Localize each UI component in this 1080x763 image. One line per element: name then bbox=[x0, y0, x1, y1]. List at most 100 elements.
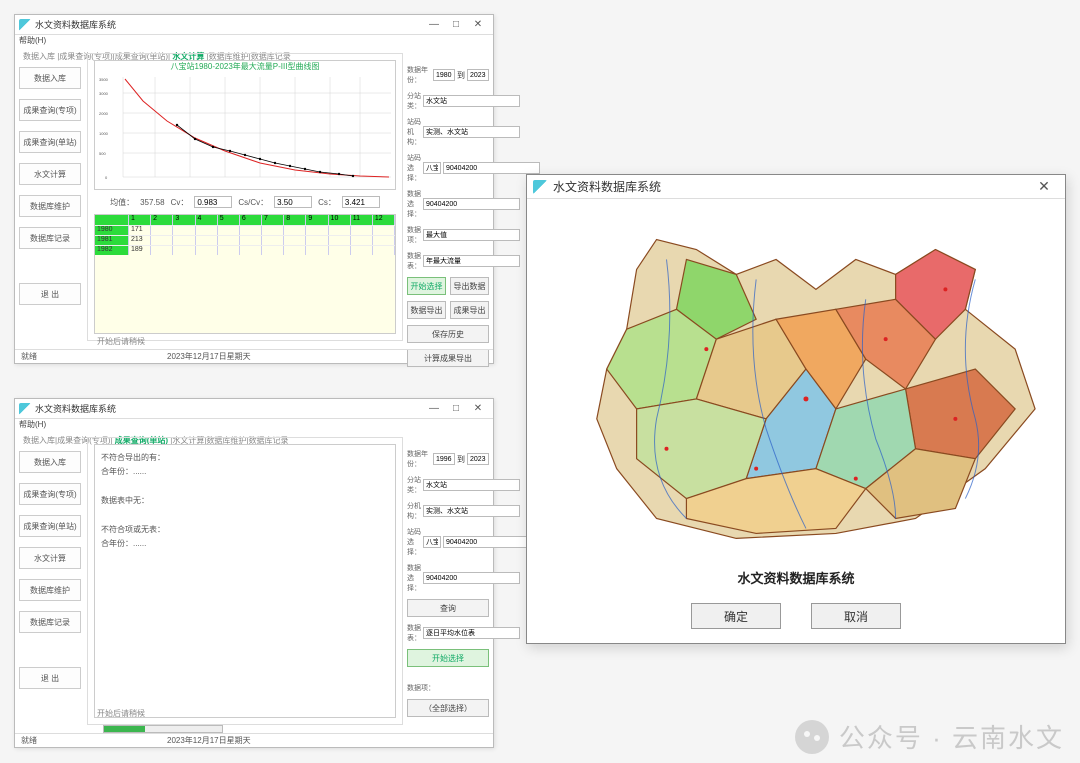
year-from[interactable] bbox=[433, 453, 455, 465]
window-query: 水文资料数据库系统 — □ ✕ 帮助(H) 数据入库|成果查询(专项)| 成果查… bbox=[14, 398, 494, 748]
map-ok-button[interactable]: 确定 bbox=[691, 603, 781, 629]
chart-title: 八宝站1980-2023年最大流量P-III型曲线图 bbox=[95, 61, 395, 73]
chart-box: 八宝站1980-2023年最大流量P-III型曲线图 bbox=[94, 60, 396, 190]
window-chart: 水文资料数据库系统 — □ ✕ 帮助(H) 数据入库 |成果查询(专项)|成果查… bbox=[14, 14, 494, 364]
stn-code[interactable] bbox=[423, 536, 441, 548]
btn-save-history[interactable]: 保存历史 bbox=[407, 325, 489, 343]
data-item[interactable] bbox=[423, 229, 520, 241]
main-chart-area: 八宝站1980-2023年最大流量P-III型曲线图 bbox=[87, 53, 403, 341]
stn-id[interactable] bbox=[443, 162, 540, 174]
close-button[interactable]: ✕ bbox=[467, 401, 489, 417]
btn-export-2[interactable]: 成果导出 bbox=[450, 301, 489, 319]
status-hint: 开始后请稍候 bbox=[97, 708, 145, 719]
status-hint: 开始后请稍候 bbox=[97, 336, 145, 347]
btn-export-1[interactable]: 数据导出 bbox=[407, 301, 446, 319]
data-table[interactable] bbox=[423, 627, 520, 639]
wechat-icon bbox=[795, 720, 829, 754]
side-data-entry[interactable]: 数据入库 bbox=[19, 67, 81, 89]
table-row[interactable]: 1982 189 bbox=[95, 245, 395, 255]
side-records[interactable]: 数据库记录 bbox=[19, 611, 81, 633]
menu-help[interactable]: 帮助(H) bbox=[19, 36, 46, 45]
side-exit[interactable]: 退 出 bbox=[19, 667, 81, 689]
year-from[interactable] bbox=[433, 69, 455, 81]
map-titlebar: 水文资料数据库系统 ✕ bbox=[527, 175, 1065, 199]
output-text-pane[interactable]: 不符合导出的有： 合年份：...... 数据表中无： 不符合项或无表： 合年份：… bbox=[94, 444, 396, 718]
cv-input[interactable] bbox=[194, 196, 232, 208]
stn-code[interactable] bbox=[423, 162, 441, 174]
cscv-label: Cs/Cv： bbox=[238, 197, 268, 208]
svg-text:0: 0 bbox=[105, 175, 108, 180]
mean-label: 均值： bbox=[110, 197, 134, 208]
close-icon[interactable]: ✕ bbox=[1029, 178, 1059, 195]
btn-query[interactable]: 查询 bbox=[407, 599, 489, 617]
map-caption: 水文资料数据库系统 bbox=[527, 568, 1065, 587]
side-query-station[interactable]: 成果查询(单站) bbox=[19, 515, 81, 537]
side-calc[interactable]: 水文计算 bbox=[19, 163, 81, 185]
side-exit[interactable]: 退 出 bbox=[19, 283, 81, 305]
data-table[interactable] bbox=[423, 255, 520, 267]
table-row[interactable]: 1981 213 bbox=[95, 235, 395, 245]
svg-text:3500: 3500 bbox=[99, 77, 109, 82]
station-orgs[interactable] bbox=[423, 505, 520, 517]
text-line: 合年份：...... bbox=[101, 537, 389, 551]
map-dialog: 水文资料数据库系统 ✕ bbox=[526, 174, 1066, 644]
sidebar: 数据入库 成果查询(专项) 成果查询(单站) 水文计算 数据库维护 数据库记录 … bbox=[19, 451, 81, 689]
data-sel[interactable] bbox=[423, 572, 520, 584]
watermark: 公众号 · 云南水文 bbox=[795, 718, 1064, 755]
btn-start-select[interactable]: 开始选择 bbox=[407, 649, 489, 667]
data-sel[interactable] bbox=[423, 198, 520, 210]
cs-input[interactable] bbox=[342, 196, 380, 208]
cscv-input[interactable] bbox=[274, 196, 312, 208]
map-cancel-button[interactable]: 取消 bbox=[811, 603, 901, 629]
year-to[interactable] bbox=[467, 453, 489, 465]
min-button[interactable]: — bbox=[423, 401, 445, 417]
station-type[interactable] bbox=[423, 126, 520, 138]
status-bar: 就绪 2023年12月17日星期天 bbox=[15, 733, 493, 747]
svg-text:500: 500 bbox=[99, 151, 106, 156]
right-panel-1: 数据年份： 到 分站类： 站码机构： 站码选择： 数据选择： 数据项： 数据表：… bbox=[407, 65, 489, 367]
watermark-text: 公众号 · 云南水文 bbox=[839, 718, 1064, 755]
titlebar: 水文资料数据库系统 — □ ✕ bbox=[15, 399, 493, 419]
side-query-project[interactable]: 成果查询(专项) bbox=[19, 99, 81, 121]
titlebar: 水文资料数据库系统 — □ ✕ bbox=[15, 15, 493, 35]
table-row[interactable]: 1980 171 bbox=[95, 225, 395, 235]
min-button[interactable]: — bbox=[423, 17, 445, 33]
app-icon bbox=[19, 403, 31, 415]
progress-bar bbox=[103, 725, 223, 733]
status-ready: 就绪 bbox=[21, 351, 37, 362]
station-class[interactable] bbox=[423, 479, 520, 491]
btn-export-data[interactable]: 导出数据 bbox=[450, 277, 489, 295]
side-records[interactable]: 数据库记录 bbox=[19, 227, 81, 249]
max-button[interactable]: □ bbox=[445, 17, 467, 33]
year-to[interactable] bbox=[467, 69, 489, 81]
text-line: 数据表中无： bbox=[101, 494, 389, 508]
btn-select-all[interactable]: （全部选择） bbox=[407, 699, 489, 717]
data-grid[interactable]: 123456789101112 1980 171 1981 213 1982 1… bbox=[94, 214, 396, 334]
btn-start-select[interactable]: 开始选择 bbox=[407, 277, 446, 295]
side-maintain[interactable]: 数据库维护 bbox=[19, 579, 81, 601]
svg-text:2000: 2000 bbox=[99, 111, 109, 116]
text-line: 合年份：...... bbox=[101, 465, 389, 479]
status-ready: 就绪 bbox=[21, 735, 37, 746]
side-query-station[interactable]: 成果查询(单站) bbox=[19, 131, 81, 153]
cv-label: Cv： bbox=[171, 197, 189, 208]
status-date: 2023年12月17日星期天 bbox=[167, 351, 251, 362]
side-calc[interactable]: 水文计算 bbox=[19, 547, 81, 569]
side-maintain[interactable]: 数据库维护 bbox=[19, 195, 81, 217]
window-title: 水文资料数据库系统 bbox=[35, 18, 116, 31]
status-date: 2023年12月17日星期天 bbox=[167, 735, 251, 746]
map-title-text: 水文资料数据库系统 bbox=[553, 178, 661, 195]
side-query-project[interactable]: 成果查询(专项) bbox=[19, 483, 81, 505]
station-class[interactable] bbox=[423, 95, 520, 107]
yunnan-map-svg bbox=[537, 205, 1055, 563]
menu-help[interactable]: 帮助(H) bbox=[19, 420, 46, 429]
text-line: 不符合项或无表： bbox=[101, 523, 389, 537]
close-button[interactable]: ✕ bbox=[467, 17, 489, 33]
side-data-entry[interactable]: 数据入库 bbox=[19, 451, 81, 473]
map-canvas[interactable] bbox=[537, 205, 1055, 563]
window-title: 水文资料数据库系统 bbox=[35, 402, 116, 415]
menu-bar: 帮助(H) bbox=[15, 419, 493, 433]
max-button[interactable]: □ bbox=[445, 401, 467, 417]
app-icon bbox=[533, 180, 547, 194]
cs-label: Cs： bbox=[318, 197, 336, 208]
